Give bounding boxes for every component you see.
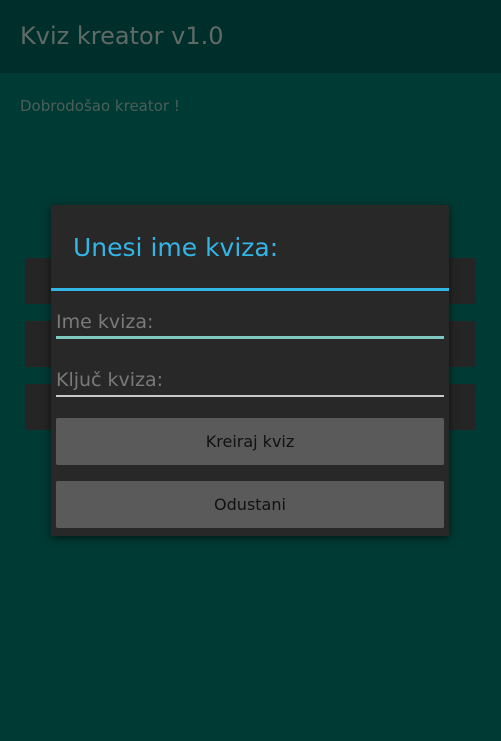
cancel-button[interactable]: Odustani bbox=[56, 481, 444, 528]
title-divider bbox=[51, 288, 449, 291]
create-quiz-dialog: Unesi ime kviza: Ime kviza: Ključ kviza:… bbox=[51, 205, 449, 536]
app-title: Kviz kreator v1.0 bbox=[20, 22, 224, 50]
quiz-name-input[interactable]: Ime kviza: bbox=[56, 309, 444, 339]
dialog-title: Unesi ime kviza: bbox=[73, 233, 279, 262]
welcome-text: Dobrodošao kreator ! bbox=[20, 97, 180, 115]
create-quiz-button[interactable]: Kreiraj kviz bbox=[56, 418, 444, 465]
quiz-key-input[interactable]: Ključ kviza: bbox=[56, 367, 444, 397]
action-bar: Kviz kreator v1.0 bbox=[0, 0, 501, 73]
